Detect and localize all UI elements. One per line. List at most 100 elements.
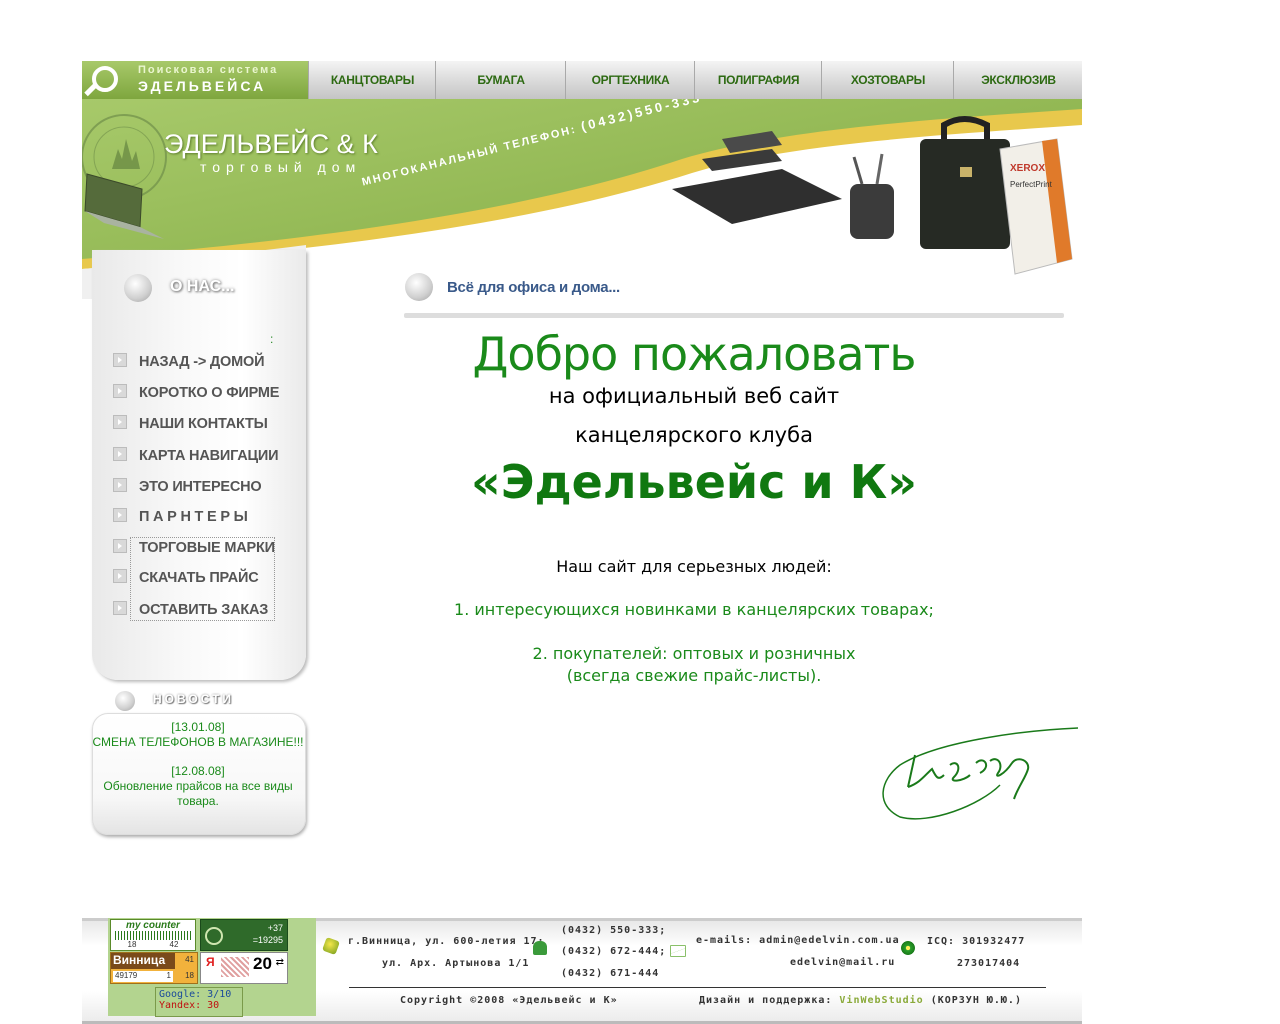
nav-poligrafiya[interactable]: ПОЛИГРАФИЯ	[694, 61, 822, 99]
counter-plus: +37	[267, 923, 283, 933]
yandex-cy-value: 20	[253, 954, 272, 973]
search-logo-line1: Поисковая система	[138, 64, 279, 76]
yandex-cy-badge[interactable]: Я 20 ⇄	[200, 952, 288, 984]
design-studio-link[interactable]: VinWebStudio	[839, 995, 923, 1006]
footer-design-credit: Дизайн и поддержка: VinWebStudio (КОРЗУН…	[699, 995, 1022, 1006]
arrow-icon	[113, 539, 127, 553]
audience-point-1: 1. интересующихся новинками в канцелярск…	[454, 600, 934, 619]
footer-email-2[interactable]: edelvin@mail.ru	[790, 957, 895, 968]
footer-phone-2: (0432) 672-444;	[561, 946, 667, 957]
search-logo-line2: ЭДЕЛЬВЕЙСА	[138, 78, 267, 94]
my-counter-badge[interactable]: my counter 18 42	[110, 919, 196, 951]
audience-point-2-note: (всегда свежие прайс-листы).	[566, 666, 822, 685]
nav-orgtehnika[interactable]: ОРГТЕХНИКА	[565, 61, 695, 99]
sidebar-item-label: КАРТА НАВИГАЦИИ	[139, 448, 279, 464]
arrow-icon	[113, 601, 127, 615]
sidebar-item-label: СКАЧАТЬ ПРАЙС	[139, 570, 259, 586]
main-bullet-icon	[405, 273, 433, 301]
news-date: [12.08.08]	[171, 764, 225, 778]
about-bullet-icon	[124, 274, 152, 302]
footer-address-1: г.Винница, ул. 600-летия 17;	[348, 936, 545, 947]
brand-title: ЭДЕЛЬВЕЙС & К	[164, 129, 378, 159]
top-navigation: Поисковая система ЭДЕЛЬВЕЙСА КАНЦТОВАРЫ …	[82, 61, 1082, 100]
welcome-line1: на официальный веб сайт	[548, 384, 840, 408]
barcode-icon	[115, 931, 191, 940]
sidebar-item-download-price[interactable]: СКАЧАТЬ ПРАЙС	[113, 569, 259, 589]
city-rating-badge[interactable]: Винница 41 49179 1 18	[110, 952, 198, 984]
city-rating-a: 41	[185, 955, 194, 964]
signature-image	[882, 727, 1079, 820]
arrow-icon	[113, 447, 127, 461]
club-name: «Эдельвейс и К»	[471, 455, 917, 509]
sidebar-item-order[interactable]: ОСТАВИТЬ ЗАКАЗ	[113, 601, 268, 621]
sidebar-item-about[interactable]: КОРОТКО О ФИРМЕ	[113, 384, 279, 404]
pattern-decor	[221, 957, 249, 977]
sidebar-item-label: НАЗАД -> ДОМОЙ	[139, 354, 265, 370]
arrow-icon	[113, 415, 127, 429]
sidebar-item-label: КОРОТКО О ФИРМЕ	[139, 385, 280, 401]
box-product: PerfectPrint	[1010, 180, 1053, 189]
refresh-icon: ⇄	[275, 957, 284, 968]
nav-bumaga[interactable]: БУМАГА	[435, 61, 566, 99]
welcome-title: Добро пожаловать	[472, 327, 916, 381]
brand-subtitle: торговый дом	[200, 159, 362, 175]
my-counter-values: 18 42	[127, 940, 179, 949]
sidebar-item-sitemap[interactable]: КАРТА НАВИГАЦИИ	[113, 447, 278, 467]
footer-divider	[349, 987, 1046, 988]
news-text[interactable]: товара.	[92, 794, 304, 808]
search-system-link[interactable]: Поисковая система ЭДЕЛЬВЕЙСА	[82, 61, 308, 99]
news-bullet-icon	[115, 691, 135, 711]
arrow-icon	[113, 478, 127, 492]
sidebar-item-label: НАШИ КОНТАКТЫ	[139, 416, 268, 432]
sidebar-item-label: ОСТАВИТЬ ЗАКАЗ	[139, 602, 269, 618]
audience-point-2: 2. покупателей: оптовых и розничных	[532, 644, 856, 663]
sidebar-heading: О НАС...	[170, 278, 235, 295]
phone-icon	[533, 941, 547, 955]
footer-phone-1: (0432) 550-333;	[561, 925, 667, 936]
news-text[interactable]: Обновление прайсов на все виды	[92, 779, 304, 793]
arrow-icon	[113, 508, 127, 522]
yandex-cy: Yandex: 30	[159, 1000, 220, 1011]
footer-copyright: Copyright ©2008 «Эдельвейс и К»	[400, 995, 618, 1006]
sidebar-item-label: ТОРГОВЫЕ МАРКИ	[139, 540, 275, 556]
yandex-logo-icon: Я	[206, 955, 215, 969]
email-icon	[670, 945, 686, 957]
magnifier-icon	[92, 66, 118, 92]
hit-counter-badge[interactable]: +37 =19295	[200, 919, 288, 951]
sidebar-item-home[interactable]: НАЗАД -> ДОМОЙ	[113, 353, 265, 373]
arrow-icon	[113, 353, 127, 367]
footer-address-2: ул. Арх. Артынова 1/1	[382, 958, 530, 969]
nav-hoztovary[interactable]: ХОЗТОВАРЫ	[821, 61, 954, 99]
footer-icq-2: 273017404	[957, 958, 1021, 969]
arrow-icon	[113, 384, 127, 398]
footer-email-1[interactable]: e-mails: admin@edelvin.com.ua	[696, 935, 900, 946]
news-heading: НОВОСТИ	[153, 692, 235, 706]
sidebar-item-partners[interactable]: П А Р Н Т Е Р Ы	[113, 508, 248, 528]
sidebar-item-interesting[interactable]: ЭТО ИНТЕРЕСНО	[113, 478, 262, 498]
footer-phone-3: (0432) 671-444	[561, 968, 660, 979]
counter-total: =19295	[252, 935, 283, 945]
welcome-line2: канцелярского клуба	[575, 423, 813, 447]
my-counter-label: my counter	[126, 920, 180, 931]
footer-icq-1: ICQ: 301932477	[927, 936, 1026, 947]
divider	[404, 313, 1064, 318]
audience-intro: Наш сайт для серьезных людей:	[556, 557, 832, 576]
counter-logo-icon	[205, 927, 223, 945]
sidebar-item-label: П А Р Н Т Е Р Ы	[139, 509, 248, 525]
counters-area: my counter 18 42 +37 =19295 Винница 41 49…	[108, 918, 316, 1017]
sidebar-colon: :	[270, 332, 274, 346]
arrow-icon	[113, 569, 127, 583]
city-name: Винница	[111, 953, 175, 969]
city-rating-d: 18	[185, 971, 194, 980]
google-pr: Google: 3/10	[159, 989, 232, 1000]
sidebar-item-contacts[interactable]: НАШИ КОНТАКТЫ	[113, 415, 268, 435]
sidebar-item-brands[interactable]: ТОРГОВЫЕ МАРКИ	[113, 539, 275, 559]
city-rating-row: 49179 1	[113, 971, 173, 982]
pr-cy-badge[interactable]: Google: 3/10 Yandex: 30	[155, 987, 243, 1017]
nav-exclusive[interactable]: ЭКСКЛЮЗИВ	[953, 61, 1083, 99]
icq-flower-icon	[901, 941, 915, 955]
box-brand: XEROX	[1010, 163, 1045, 174]
news-text[interactable]: СМЕНА ТЕЛЕФОНОВ В МАГАЗИНЕ!!!	[92, 735, 304, 749]
sidebar-item-label: ЭТО ИНТЕРЕСНО	[139, 479, 262, 495]
nav-kanctovary[interactable]: КАНЦТОВАРЫ	[308, 61, 436, 99]
